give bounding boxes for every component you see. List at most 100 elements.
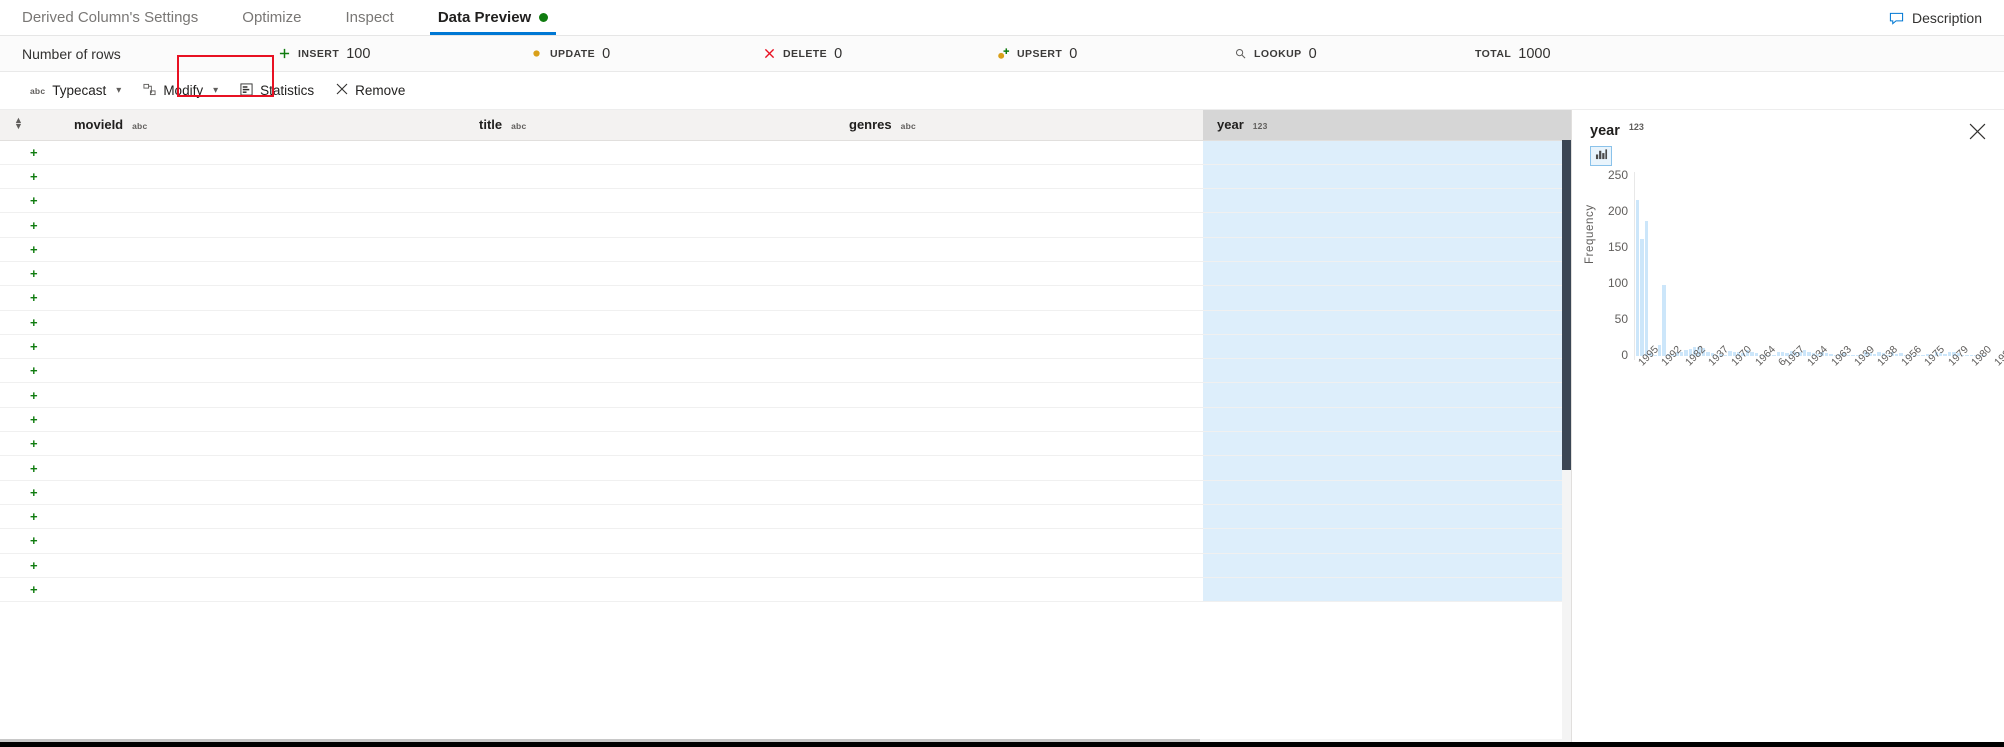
cell-year xyxy=(1203,382,1571,408)
table-row[interactable]: + xyxy=(0,455,1571,481)
statistics-list xyxy=(1572,436,2004,669)
column-type-tag: abc xyxy=(511,120,527,131)
cell-movieid xyxy=(60,188,465,214)
table-row[interactable]: + xyxy=(0,553,1571,578)
cell-title xyxy=(465,431,835,457)
metric-name: LOOKUP xyxy=(1254,47,1302,60)
modify-button[interactable]: Modify ▾ xyxy=(133,78,228,104)
table-row[interactable]: + xyxy=(0,528,1571,554)
remove-button[interactable]: Remove xyxy=(326,78,415,103)
row-expand-icon[interactable]: + xyxy=(0,334,60,360)
column-header-title[interactable]: title abc xyxy=(465,110,835,141)
table-row[interactable]: + xyxy=(0,382,1571,408)
row-expand-icon[interactable]: + xyxy=(0,285,60,311)
row-expand-icon[interactable]: + xyxy=(0,164,60,190)
chart-y-tick: 200 xyxy=(1607,204,1628,218)
metric-upsert: UPSERT 0 xyxy=(997,46,1077,62)
row-expand-icon[interactable]: + xyxy=(0,431,60,457)
cell-year xyxy=(1203,237,1571,262)
grid-body: + + + + + + + + + + + + + + + + + + + xyxy=(0,140,1571,603)
row-expand-icon[interactable]: + xyxy=(0,407,60,433)
cell-title xyxy=(465,237,835,262)
chart-bars xyxy=(1636,176,1987,356)
column-header-year[interactable]: year 123 xyxy=(1203,110,1571,141)
row-expand-icon[interactable]: + xyxy=(0,553,60,578)
cell-year xyxy=(1203,528,1571,554)
column-header-genres[interactable]: genres abc xyxy=(835,110,1203,141)
tab-label: Inspect xyxy=(345,9,394,26)
row-expand-icon[interactable]: + xyxy=(0,577,60,603)
chart-bar xyxy=(1640,239,1644,356)
cell-title xyxy=(465,285,835,311)
table-row[interactable]: + xyxy=(0,504,1571,530)
row-expand-icon[interactable]: + xyxy=(0,480,60,505)
column-header-movieid[interactable]: movieId abc xyxy=(60,110,465,141)
data-preview-screen: Derived Column's Settings Optimize Inspe… xyxy=(0,0,2004,747)
table-row[interactable]: + xyxy=(0,358,1571,384)
column-label: genres xyxy=(849,117,892,133)
row-expand-icon[interactable]: + xyxy=(0,455,60,481)
cell-movieid xyxy=(60,237,465,262)
table-row[interactable]: + xyxy=(0,480,1571,505)
row-expand-icon[interactable]: + xyxy=(0,261,60,287)
tab-data-preview[interactable]: Data Preview xyxy=(416,0,570,35)
cell-genres xyxy=(835,212,1203,238)
body-split: ▲ ▼ movieId abc title abc genres abc year 123 xyxy=(0,110,2004,747)
table-row[interactable]: + xyxy=(0,212,1571,238)
metric-update: UPDATE 0 xyxy=(530,46,610,62)
table-row[interactable]: + xyxy=(0,164,1571,190)
table-row[interactable]: + xyxy=(0,140,1571,165)
row-expand-icon[interactable]: + xyxy=(0,212,60,238)
vertical-scrollbar[interactable] xyxy=(1562,140,1571,747)
grid-header-row: ▲ ▼ movieId abc title abc genres abc year 123 xyxy=(0,110,1571,141)
plus-icon xyxy=(278,47,291,60)
close-statistics-button[interactable] xyxy=(1964,118,1990,144)
chart-y-tick: 250 xyxy=(1607,168,1628,182)
cell-year xyxy=(1203,212,1571,238)
cell-movieid xyxy=(60,455,465,481)
chart-plot-area xyxy=(1636,176,1987,356)
cell-year xyxy=(1203,285,1571,311)
row-expand-icon[interactable]: + xyxy=(0,504,60,530)
tab-derived-column-settings[interactable]: Derived Column's Settings xyxy=(0,0,220,35)
tab-inspect[interactable]: Inspect xyxy=(323,0,415,35)
row-expand-icon[interactable]: + xyxy=(0,382,60,408)
cell-movieid xyxy=(60,407,465,433)
histogram-toggle-button[interactable] xyxy=(1590,146,1612,166)
sort-icon: ▲ ▼ xyxy=(14,115,23,132)
chart-y-tick: 150 xyxy=(1607,240,1628,254)
typecast-button[interactable]: abc Typecast ▾ xyxy=(20,78,131,103)
upsert-icon xyxy=(997,47,1010,60)
cell-movieid xyxy=(60,528,465,554)
cell-title xyxy=(465,261,835,287)
abc-icon: abc xyxy=(30,85,46,96)
row-expand-icon[interactable]: + xyxy=(0,237,60,262)
cell-genres xyxy=(835,261,1203,287)
table-row[interactable]: + xyxy=(0,577,1571,603)
vertical-scrollbar-thumb[interactable] xyxy=(1562,140,1571,470)
table-row[interactable]: + xyxy=(0,188,1571,214)
cell-title xyxy=(465,140,835,165)
row-expand-icon[interactable]: + xyxy=(0,358,60,384)
cell-genres xyxy=(835,358,1203,384)
table-row[interactable]: + xyxy=(0,285,1571,311)
row-expand-icon[interactable]: + xyxy=(0,310,60,335)
metric-value: 100 xyxy=(346,45,371,62)
table-row[interactable]: + xyxy=(0,334,1571,360)
table-row[interactable]: + xyxy=(0,310,1571,335)
tab-optimize[interactable]: Optimize xyxy=(220,0,323,35)
table-row[interactable]: + xyxy=(0,407,1571,433)
statistics-button[interactable]: Statistics xyxy=(230,78,324,104)
statistic-row xyxy=(1590,552,1986,575)
row-expand-icon[interactable]: + xyxy=(0,188,60,214)
row-expand-icon[interactable]: + xyxy=(0,528,60,554)
statistics-panel: year 123 Frequency 0 50 100 150 200 250 1995 19… xyxy=(1571,110,2004,747)
column-type-tag: abc xyxy=(900,120,916,131)
description-button[interactable]: Description xyxy=(1883,0,1988,36)
column-header-sort[interactable]: ▲ ▼ xyxy=(0,110,60,141)
table-row[interactable]: + xyxy=(0,261,1571,287)
cell-genres xyxy=(835,407,1203,433)
table-row[interactable]: + xyxy=(0,237,1571,262)
table-row[interactable]: + xyxy=(0,431,1571,457)
row-expand-icon[interactable]: + xyxy=(0,140,60,165)
